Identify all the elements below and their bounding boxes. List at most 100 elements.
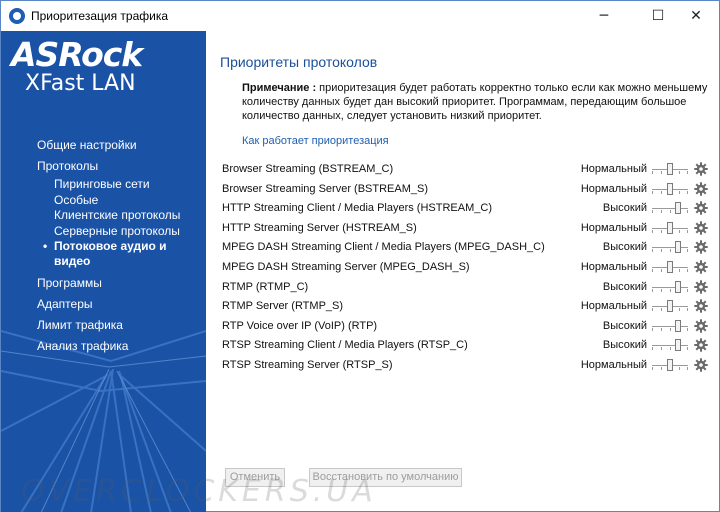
gear-icon[interactable] [694,358,708,372]
nav-item-streaming[interactable]: • Потоковое аудио и видео [37,239,202,269]
slider-thumb[interactable] [667,163,673,175]
slider-tick [661,190,662,194]
slider-tick [670,249,671,253]
protocol-list: Browser Streaming (BSTREAM_C) Нормальный B… [206,160,719,376]
gear-icon[interactable] [694,221,708,235]
protocol-name: RTSP Streaming Client / Media Players (R… [222,339,468,352]
gear-icon[interactable] [694,240,708,255]
title-bar[interactable]: Приоритезация трафика ─ ☐ ✕ [1,1,719,31]
slider-tick [652,366,653,370]
protocol-name: Browser Streaming Server (BSTREAM_S) [222,182,428,195]
slider-thumb[interactable] [675,202,681,215]
nav-item-traffic-limit[interactable]: Лимит трафика [37,315,202,336]
slider-track [652,325,688,327]
priority-slider[interactable] [652,221,688,236]
slider-track [652,345,688,347]
protocol-priority: Высокий [602,339,647,352]
gear-icon[interactable] [694,260,708,274]
priority-slider[interactable] [652,338,688,353]
nav-item-client-protocols[interactable]: Клиентские протоколы [37,208,202,224]
slider-thumb[interactable] [667,221,673,234]
priority-slider[interactable] [652,201,688,216]
slider-tick [661,347,662,351]
watermark: OVERCLOCKERS.UA [21,474,377,509]
slider-tick [687,347,688,351]
protocol-name: MPEG DASH Streaming Server (MPEG_DASH_S) [222,260,470,273]
protocol-row: HTTP Streaming Server (HSTREAM_S) Нормаль… [206,219,719,239]
protocol-priority: Нормальный [580,300,647,313]
protocol-priority: Нормальный [580,358,647,371]
note-label: Примечание : [242,82,317,94]
slider-thumb[interactable] [675,280,681,293]
gear-icon[interactable] [694,338,708,353]
slider-track [652,208,688,210]
priority-slider[interactable] [652,240,688,255]
slider-tick [687,366,688,370]
protocol-row: RTSP Streaming Server (RTSP_S) Нормальный [206,356,719,376]
nav-item-general[interactable]: Общие настройки [37,135,202,156]
slider-thumb[interactable] [667,260,673,273]
nav-item-special[interactable]: Особые [37,193,202,209]
priority-slider[interactable] [652,162,688,177]
nav-item-traffic-analysis[interactable]: Анализ трафика [37,336,202,357]
protocol-name: Browser Streaming (BSTREAM_C) [222,163,394,175]
slider-tick [687,288,688,292]
slider-thumb[interactable] [667,300,673,313]
priority-slider[interactable] [652,182,688,197]
slider-tick [661,171,662,174]
slider-tick [679,268,680,272]
slider-tick [661,229,662,233]
gear-icon[interactable] [694,279,708,294]
slider-tick [687,229,688,233]
close-button[interactable]: ✕ [673,1,719,31]
note-text: Примечание : приоритезация будет работат… [242,81,712,123]
slider-tick [661,366,662,370]
nav-item-adapters[interactable]: Адаптеры [37,294,202,315]
app-window: Приоритезация трафика ─ ☐ ✕ ASRock XFast… [0,0,720,512]
protocol-priority: Нормальный [580,260,647,273]
nav-item-server-protocols[interactable]: Серверные протоколы [37,224,202,240]
protocol-row: Browser Streaming (BSTREAM_C) Нормальный [206,160,719,180]
protocol-priority: Высокий [602,202,647,215]
slider-thumb[interactable] [667,358,673,371]
slider-thumb[interactable] [667,182,673,195]
protocol-row: HTTP Streaming Client / Media Players (H… [206,199,719,219]
gear-icon[interactable] [694,162,708,176]
protocol-row: RTMP (RTMP_C) Высокий [206,278,719,298]
slider-tick [670,347,671,351]
asrock-logo: ASRock [11,35,143,74]
nav-item-protocols[interactable]: Протоколы [37,156,202,177]
priority-slider[interactable] [652,319,688,334]
nav-item-streaming-label: Потоковое аудио и видео [54,239,167,268]
protocol-name: HTTP Streaming Client / Media Players (H… [222,202,492,215]
gear-icon[interactable] [694,201,708,215]
priority-slider[interactable] [652,280,688,295]
slider-tick [687,268,688,272]
slider-tick [661,308,662,312]
protocol-priority: Нормальный [580,221,647,234]
slider-tick [670,210,671,214]
protocol-priority: Высокий [602,241,647,254]
slider-tick [687,249,688,253]
priority-slider[interactable] [652,358,688,373]
slider-track [652,247,688,249]
protocol-priority: Высокий [602,280,647,293]
help-link[interactable]: Как работает приоритезация [242,135,389,147]
slider-tick [661,288,662,292]
slider-tick [652,308,653,312]
slider-thumb[interactable] [675,339,681,352]
gear-icon[interactable] [694,299,708,313]
protocol-priority: Нормальный [580,163,647,175]
slider-tick [661,327,662,331]
priority-slider[interactable] [652,260,688,275]
minimize-button[interactable]: ─ [581,1,627,31]
nav-item-p2p[interactable]: Пиринговые сети [37,177,202,193]
priority-slider[interactable] [652,299,688,314]
nav-item-programs[interactable]: Программы [37,273,202,294]
gear-icon[interactable] [694,181,708,196]
slider-tick [652,249,653,253]
slider-thumb[interactable] [675,241,681,254]
page-title: Приоритеты протоколов [220,54,378,70]
gear-icon[interactable] [694,319,708,333]
slider-thumb[interactable] [675,319,681,332]
